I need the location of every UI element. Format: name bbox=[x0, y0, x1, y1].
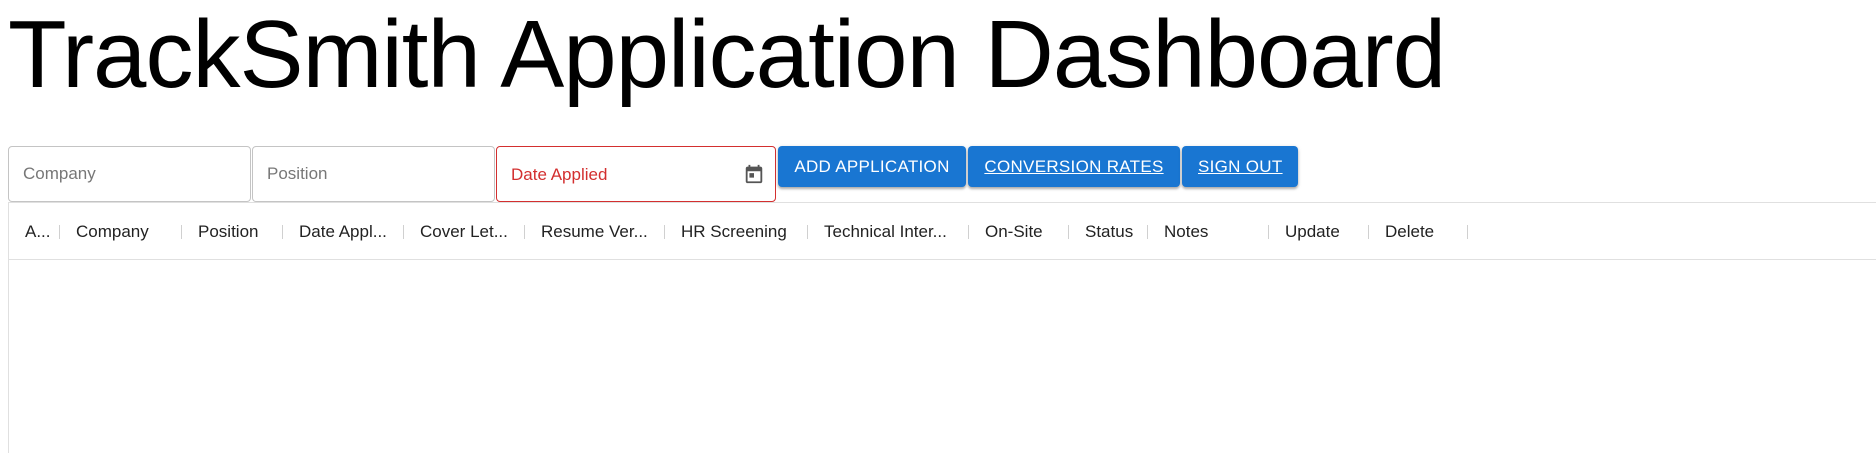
column-header-resume-version[interactable]: Resume Ver... bbox=[525, 203, 664, 260]
column-header-position[interactable]: Position bbox=[182, 203, 282, 260]
date-applied-label: Date Applied bbox=[511, 165, 608, 184]
page-title: TrackSmith Application Dashboard bbox=[8, 1, 1446, 108]
add-application-button[interactable]: ADD APPLICATION bbox=[778, 146, 966, 187]
position-input[interactable] bbox=[253, 147, 494, 201]
sign-out-button[interactable]: SIGN OUT bbox=[1182, 146, 1298, 187]
column-header-date-applied[interactable]: Date Appl... bbox=[283, 203, 403, 260]
column-header-company[interactable]: Company bbox=[60, 203, 181, 260]
column-header-notes[interactable]: Notes bbox=[1148, 203, 1268, 260]
column-header-delete[interactable]: Delete bbox=[1369, 203, 1469, 260]
calendar-icon[interactable] bbox=[743, 163, 765, 185]
position-field[interactable] bbox=[252, 146, 495, 202]
column-header-status[interactable]: Status bbox=[1069, 203, 1147, 260]
column-header-update[interactable]: Update bbox=[1269, 203, 1369, 260]
grid-body bbox=[9, 261, 1876, 453]
grid-header: A... Company Position Date Appl... Cover… bbox=[9, 203, 1876, 260]
column-header-cover-letter[interactable]: Cover Let... bbox=[404, 203, 524, 260]
company-field[interactable] bbox=[8, 146, 251, 202]
applications-grid: A... Company Position Date Appl... Cover… bbox=[8, 202, 1876, 453]
column-separator[interactable] bbox=[1467, 225, 1468, 239]
dashboard-page: TrackSmith Application Dashboard Date Ap… bbox=[0, 0, 1876, 453]
date-applied-field[interactable]: Date Applied bbox=[496, 146, 776, 202]
company-input[interactable] bbox=[9, 147, 250, 201]
column-header-hr-screening[interactable]: HR Screening bbox=[665, 203, 807, 260]
column-header-technical-interview[interactable]: Technical Inter... bbox=[808, 203, 968, 260]
add-application-form: Date Applied ADD APPLICATION CONVERSION … bbox=[8, 146, 1300, 202]
column-header-on-site[interactable]: On-Site bbox=[969, 203, 1068, 260]
conversion-rates-button[interactable]: CONVERSION RATES bbox=[968, 146, 1180, 187]
column-header-id[interactable]: A... bbox=[9, 203, 57, 260]
